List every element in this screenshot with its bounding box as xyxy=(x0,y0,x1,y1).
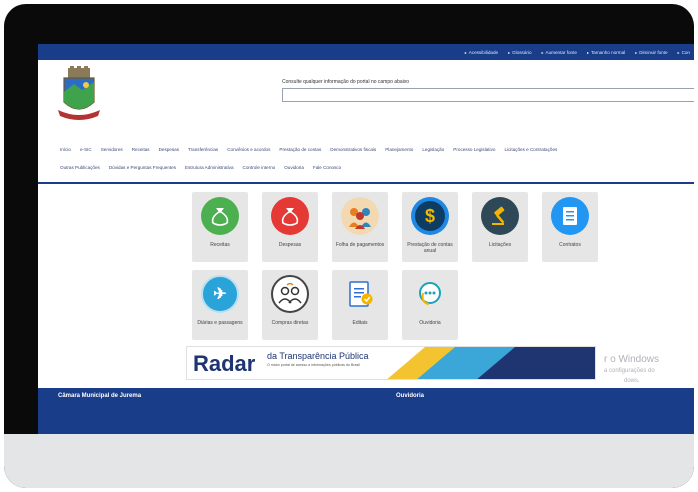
municipal-crest-logo[interactable] xyxy=(56,66,102,124)
menu-item-prestacao[interactable]: Prestação de contas xyxy=(279,147,321,152)
document-icon xyxy=(551,197,589,235)
search-input[interactable] xyxy=(282,88,694,102)
accessibility-link[interactable]: Acessibilidade xyxy=(465,50,498,55)
tile-ouvidoria[interactable]: Ouvidoria xyxy=(402,270,458,340)
tile-editais[interactable]: Editais xyxy=(332,270,388,340)
contrast-link[interactable]: Con xyxy=(678,50,690,55)
watermark-line-2: a configurações do xyxy=(604,368,655,374)
menu-item-esic[interactable]: e-SIC xyxy=(80,147,92,152)
dollar-icon: $ xyxy=(411,197,449,235)
money-bag-icon xyxy=(201,197,239,235)
tile-folha-pagamentos[interactable]: Folha de pagamentos xyxy=(332,192,388,262)
tile-licitacoes[interactable]: Licitações xyxy=(472,192,528,262)
page-footer: Câmara Municipal de Jurema Ouvidoria xyxy=(38,388,694,434)
tile-receitas[interactable]: Receitas xyxy=(192,192,248,262)
radar-wordmark: Radar xyxy=(193,351,256,376)
tile-label: Folha de pagamentos xyxy=(335,242,385,248)
radar-title: da Transparência Pública xyxy=(267,351,369,361)
tile-contratos[interactable]: Contratos xyxy=(542,192,598,262)
device-chin xyxy=(4,434,694,488)
tile-diarias-passagens[interactable]: ✈ Diárias e passagens xyxy=(192,270,248,340)
accessibility-bar: Acessibilidade Glossário Aumentar fonte … xyxy=(38,44,694,60)
decrease-font-link[interactable]: Diminuir fonte xyxy=(635,50,667,55)
normal-font-link[interactable]: Tamanho normal xyxy=(587,50,625,55)
radar-subtitle: O maior portal de acesso a informações p… xyxy=(267,363,360,367)
menu-item-transferencias[interactable]: Transferências xyxy=(188,147,218,152)
menu-item-outras-publicacoes[interactable]: Outras Publicações xyxy=(60,165,100,170)
menu-divider xyxy=(38,182,694,184)
chat-icon xyxy=(411,275,449,313)
menu-item-inicio[interactable]: Início xyxy=(60,147,71,152)
menu-item-licitacoes[interactable]: Licitações e Contratações xyxy=(504,147,557,152)
gavel-icon xyxy=(481,197,519,235)
search-hint: Consulte qualquer informação do portal n… xyxy=(282,79,410,85)
menu-item-servidores[interactable]: Servidores xyxy=(101,147,123,152)
tile-label: Ouvidoria xyxy=(419,320,441,326)
main-menu: Início e-SIC Servidores Receitas Despesa… xyxy=(60,147,557,152)
footer-org-name: Câmara Municipal de Jurema xyxy=(58,393,142,399)
menu-item-demonstrativos[interactable]: Demonstrativos fiscais xyxy=(330,147,376,152)
secondary-menu: Outras Publicações Dúvidas e Perguntas F… xyxy=(60,165,341,170)
footer-ouvidoria-link[interactable]: Ouvidoria xyxy=(396,393,424,399)
edital-icon xyxy=(341,275,379,313)
menu-item-duvidas[interactable]: Dúvidas e Perguntas Frequentes xyxy=(109,165,176,170)
accessibility-links: Acessibilidade Glossário Aumentar fonte … xyxy=(465,44,690,60)
menu-item-ouvidoria[interactable]: Ouvidoria xyxy=(284,165,304,170)
tile-despesas[interactable]: Despesas xyxy=(262,192,318,262)
menu-item-receitas[interactable]: Receitas xyxy=(132,147,150,152)
glossary-link[interactable]: Glossário xyxy=(508,50,531,55)
menu-item-fale-conosco[interactable]: Fale Conosco xyxy=(313,165,341,170)
tile-label: Contratos xyxy=(559,242,581,248)
menu-item-legislacao[interactable]: Legislação xyxy=(422,147,444,152)
tile-compras-diretas[interactable]: Compras diretas xyxy=(262,270,318,340)
browser-viewport: Acessibilidade Glossário Aumentar fonte … xyxy=(38,44,694,434)
watermark-line-1: r o Windows xyxy=(604,354,660,365)
tile-label: Despesas xyxy=(278,242,302,248)
users-exchange-icon xyxy=(271,275,309,313)
radar-transparencia-banner[interactable]: Radar da Transparência Pública O maior p… xyxy=(186,346,596,380)
people-group-icon xyxy=(341,197,379,235)
tile-label: Editais xyxy=(352,320,368,326)
money-bag-icon xyxy=(271,197,309,235)
tile-label: Compras diretas xyxy=(271,320,309,326)
plane-icon: ✈ xyxy=(201,275,239,313)
menu-item-estrutura[interactable]: Estrutura Administrativa xyxy=(185,165,234,170)
tile-label: Licitações xyxy=(488,242,512,248)
menu-item-convenios[interactable]: Convênios e acordos xyxy=(227,147,270,152)
menu-item-despesas[interactable]: Despesas xyxy=(159,147,179,152)
tile-label: Diárias e passagens xyxy=(197,320,243,326)
tile-prestacao-contas[interactable]: $ Prestação de contas anual xyxy=(402,192,458,262)
menu-item-processo-legislativo[interactable]: Processo Legislativo xyxy=(453,147,495,152)
tile-label: Prestação de contas anual xyxy=(407,242,453,254)
increase-font-link[interactable]: Aumentar fonte xyxy=(542,50,577,55)
menu-item-planejamento[interactable]: Planejamento xyxy=(385,147,413,152)
device-frame: Acessibilidade Glossário Aumentar fonte … xyxy=(4,4,694,488)
tile-label: Receitas xyxy=(210,242,230,248)
watermark-line-3: dows. xyxy=(624,378,640,384)
radar-stripe-graphic xyxy=(387,347,595,379)
menu-item-controle-interno[interactable]: Controle interno xyxy=(243,165,276,170)
